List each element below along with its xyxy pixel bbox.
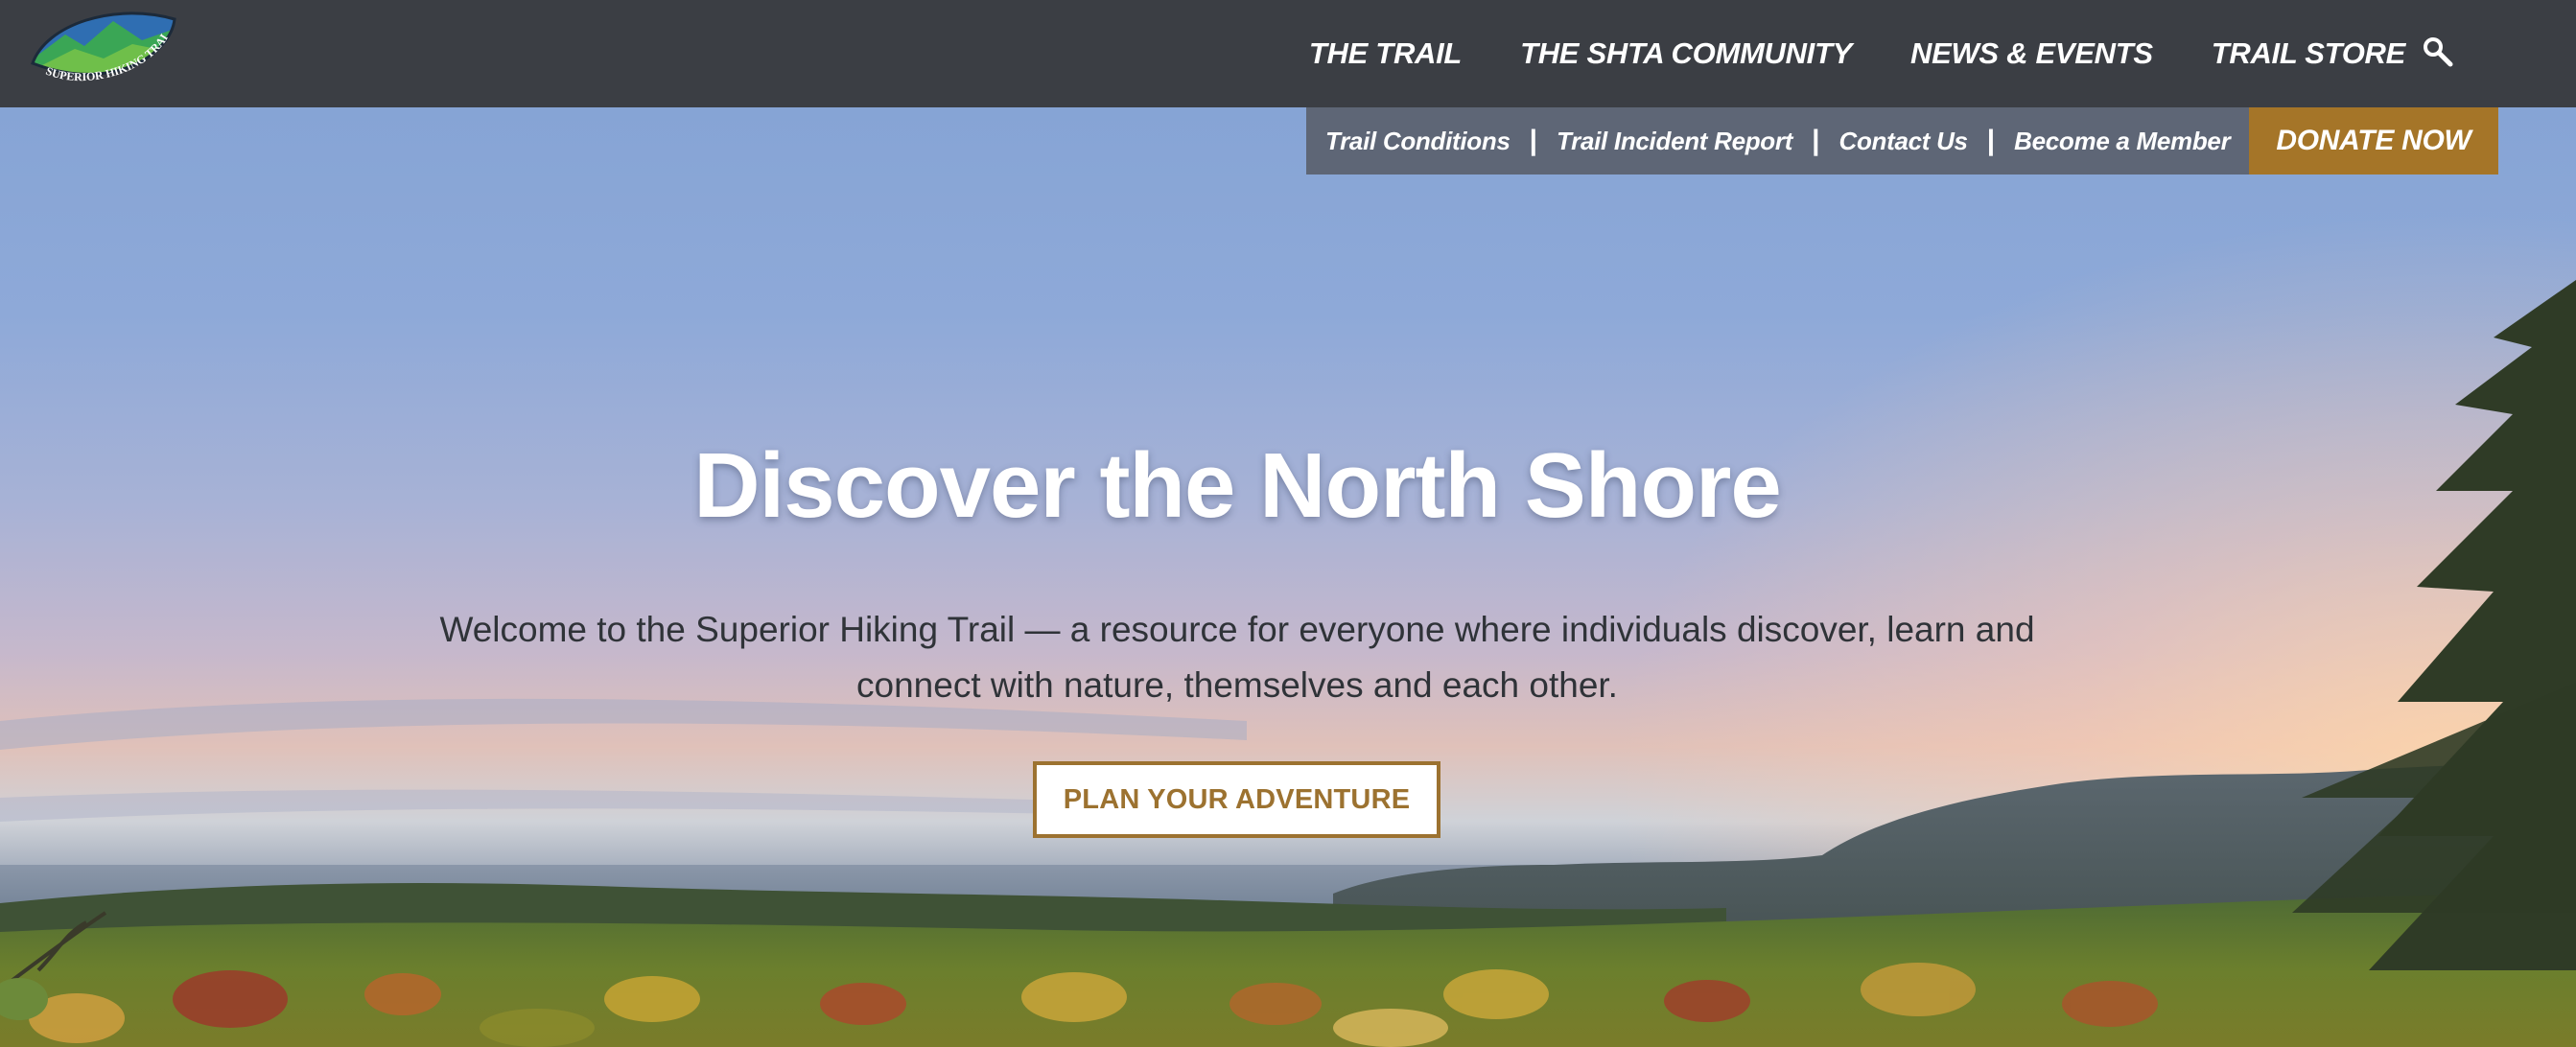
hero-banner: [0, 107, 2576, 1047]
nav-the-trail[interactable]: THE TRAIL: [1309, 36, 1462, 71]
separator: |: [1529, 125, 1538, 156]
search-icon: [2424, 37, 2453, 67]
utility-links: Trail Conditions | Trail Incident Report…: [1306, 107, 2250, 174]
main-navigation: THE TRAIL THE SHTA COMMUNITY NEWS & EVEN…: [1251, 0, 2405, 107]
utility-navigation: Trail Conditions | Trail Incident Report…: [1306, 107, 2498, 174]
hero-subtitle: Welcome to the Superior Hiking Trail — a…: [439, 610, 2035, 705]
landscape-image: [0, 280, 2576, 1047]
superior-hiking-trail-logo[interactable]: SUPERIOR HIKING TRAIL: [20, 0, 180, 94]
nav-trail-store[interactable]: TRAIL STORE: [2212, 36, 2406, 71]
separator: |: [1986, 125, 1996, 156]
link-trail-conditions[interactable]: Trail Conditions: [1325, 127, 1510, 156]
link-become-a-member[interactable]: Become a Member: [2014, 127, 2231, 156]
nav-shta-community[interactable]: THE SHTA COMMUNITY: [1520, 36, 1852, 71]
search-button[interactable]: [2421, 35, 2455, 69]
top-navigation-bar: SUPERIOR HIKING TRAIL THE TRAIL THE SHTA…: [0, 0, 2576, 107]
nav-news-events[interactable]: NEWS & EVENTS: [1910, 36, 2153, 71]
logo-icon: SUPERIOR HIKING TRAIL: [20, 0, 176, 85]
link-contact-us[interactable]: Contact Us: [1838, 127, 1968, 156]
plan-your-adventure-button[interactable]: PLAN YOUR ADVENTURE: [1033, 761, 1440, 838]
donate-now-button[interactable]: DONATE NOW: [2249, 107, 2498, 174]
hero-title: Discover the North Shore: [693, 434, 1782, 537]
link-trail-incident-report[interactable]: Trail Incident Report: [1557, 127, 1792, 156]
separator: |: [1812, 125, 1820, 156]
